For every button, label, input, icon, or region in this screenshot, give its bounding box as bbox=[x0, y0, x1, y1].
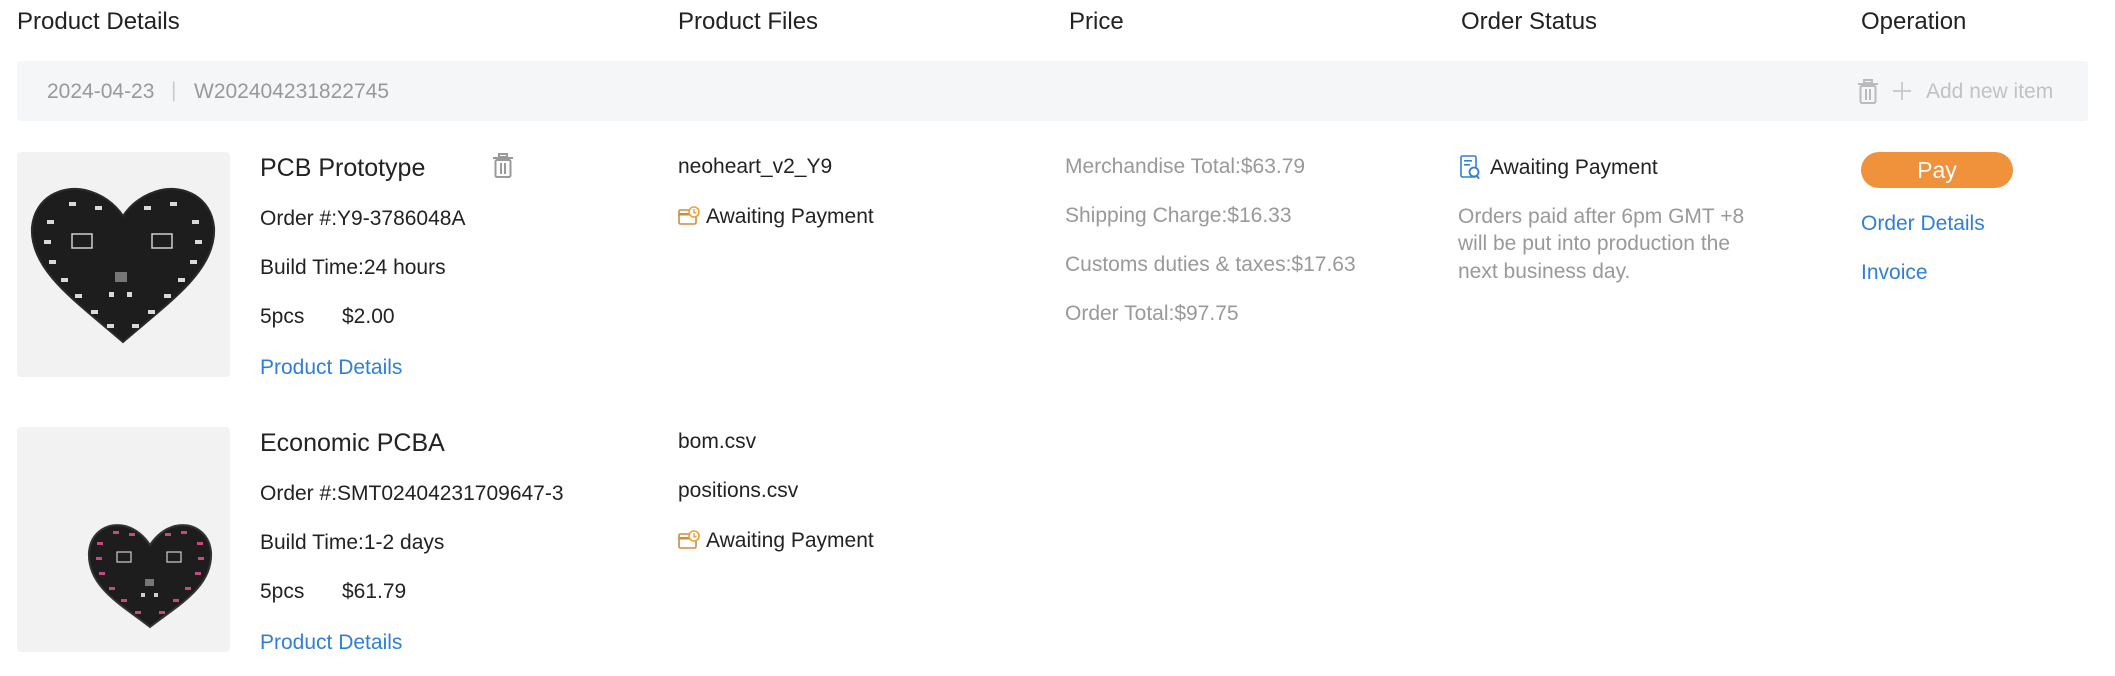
unit-price: $2.00 bbox=[342, 305, 395, 328]
order-search-icon bbox=[1460, 155, 1482, 186]
column-header-price: Price bbox=[1069, 8, 1124, 35]
add-new-item-button[interactable]: Add new item bbox=[1926, 80, 2053, 104]
product-details-link[interactable]: Product Details bbox=[260, 356, 402, 380]
column-header-product-details: Product Details bbox=[17, 8, 180, 35]
pay-button[interactable]: Pay bbox=[1861, 152, 2013, 188]
quantity: 5pcs bbox=[260, 580, 305, 603]
status-note-line: Orders paid after 6pm GMT +8 bbox=[1458, 205, 1745, 228]
product-details-link[interactable]: Product Details bbox=[260, 631, 402, 655]
product-thumbnail[interactable] bbox=[17, 427, 230, 652]
payment-status-icon bbox=[678, 529, 700, 556]
unit-price: $61.79 bbox=[342, 580, 407, 603]
order-details-link[interactable]: Order Details bbox=[1861, 212, 1985, 236]
shipping-charge: Shipping Charge:$16.33 bbox=[1065, 204, 1292, 227]
column-header-product-files: Product Files bbox=[678, 8, 819, 35]
pcb-heart-image bbox=[30, 188, 216, 344]
file-name[interactable]: positions.csv bbox=[678, 479, 798, 503]
order-date: 2024-04-23 bbox=[47, 80, 155, 103]
file-status: Awaiting Payment bbox=[706, 529, 874, 552]
product-title: Economic PCBA bbox=[260, 429, 445, 457]
product-thumbnail[interactable] bbox=[17, 152, 230, 377]
order-number: Order #:SMT02404231709647-3 bbox=[260, 482, 564, 505]
order-total: Order Total:$97.75 bbox=[1065, 302, 1239, 325]
file-name[interactable]: bom.csv bbox=[678, 430, 756, 454]
status-note-line: next business day. bbox=[1458, 260, 1631, 283]
build-time: Build Time:24 hours bbox=[260, 256, 446, 279]
order-number: Order #:Y9-3786048A bbox=[260, 207, 466, 230]
pcba-heart-image bbox=[87, 524, 213, 629]
file-status: Awaiting Payment bbox=[706, 205, 874, 228]
trash-icon[interactable] bbox=[1857, 79, 1879, 110]
order-number: W202404231822745 bbox=[194, 80, 390, 103]
plus-icon[interactable] bbox=[1892, 81, 1912, 106]
trash-icon[interactable] bbox=[492, 153, 514, 184]
customs-duties: Customs duties & taxes:$17.63 bbox=[1065, 253, 1356, 276]
group-separator: | bbox=[171, 79, 177, 102]
build-time: Build Time:1-2 days bbox=[260, 531, 445, 554]
order-status: Awaiting Payment bbox=[1490, 156, 1658, 179]
quantity: 5pcs bbox=[260, 305, 305, 328]
payment-status-icon bbox=[678, 205, 700, 232]
file-name[interactable]: neoheart_v2_Y9 bbox=[678, 155, 832, 179]
status-note-line: will be put into production the bbox=[1458, 232, 1731, 255]
merchandise-total: Merchandise Total:$63.79 bbox=[1065, 155, 1306, 178]
invoice-link[interactable]: Invoice bbox=[1861, 261, 1928, 285]
column-header-order-status: Order Status bbox=[1461, 8, 1598, 35]
column-header-operation: Operation bbox=[1861, 8, 1967, 35]
product-title: PCB Prototype bbox=[260, 154, 426, 182]
